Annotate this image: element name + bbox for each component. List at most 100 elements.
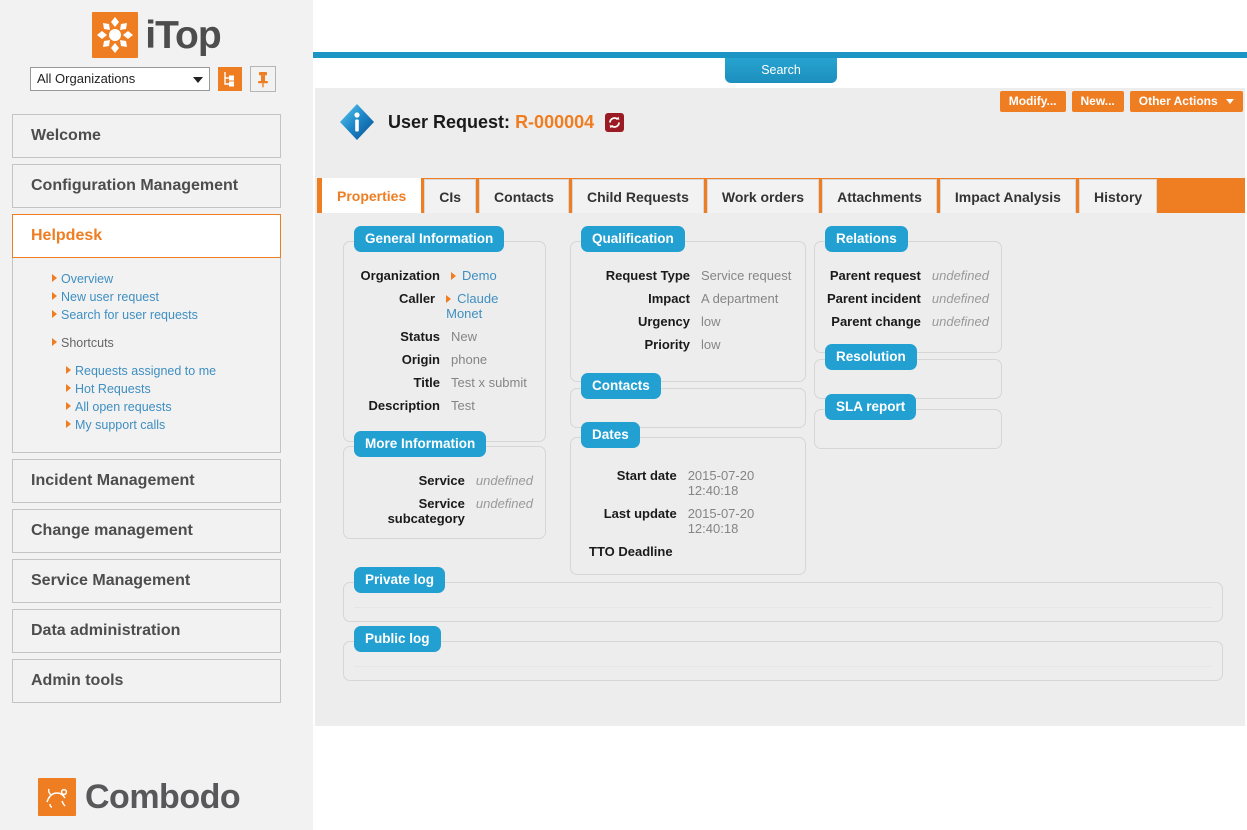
sidebar-item-label: Configuration Management	[31, 177, 239, 194]
page-title-prefix: User Request:	[388, 112, 511, 132]
bullet-arrow-icon	[52, 310, 57, 318]
panel-qualification: Qualification Request Type Service reque…	[570, 226, 806, 382]
field-label: Service subcategory	[387, 496, 465, 526]
pushpin-icon[interactable]	[250, 66, 276, 92]
field-label: Parent request	[829, 268, 921, 283]
field-value[interactable]: Claude Monet	[435, 291, 533, 321]
field-row: Origin phone	[352, 352, 533, 367]
sidebar-subitem-hot-requests[interactable]: Hot Requests	[13, 380, 280, 398]
tab-cis[interactable]: CIs	[424, 179, 477, 213]
sidebar-item-configuration-management[interactable]: Configuration Management	[12, 164, 281, 208]
combodo-logo-icon	[38, 778, 76, 816]
sidebar-subitem-overview[interactable]: Overview	[13, 270, 280, 288]
sidebar-subitem-label: Overview	[61, 272, 114, 286]
sidebar-item-label: Helpdesk	[31, 227, 103, 244]
sidebar-subitem-search-for-user-requests[interactable]: Search for user requests	[13, 306, 280, 324]
bullet-arrow-icon	[52, 274, 57, 282]
field-label: Urgency	[637, 314, 690, 329]
field-row: Organization Demo	[352, 268, 533, 283]
sidebar-subitem-label: All open requests	[75, 400, 172, 414]
combodo-logo: Combodo	[38, 778, 241, 816]
panel-general-information: General Information Organization Demo Ca…	[343, 226, 546, 442]
sidebar-item-data-administration[interactable]: Data administration	[12, 609, 281, 653]
sidebar-subitem-all-open-requests[interactable]: All open requests	[13, 398, 280, 416]
hierarchy-icon[interactable]	[218, 67, 242, 91]
sidebar-item-label: Welcome	[31, 127, 101, 144]
organization-row: All Organizations	[30, 66, 276, 92]
tab-attachments[interactable]: Attachments	[822, 179, 937, 213]
sidebar-subitem-new-user-request[interactable]: New user request	[13, 288, 280, 306]
log-separator	[354, 666, 1212, 667]
tab-history[interactable]: History	[1078, 179, 1158, 213]
field-row: Priority low	[579, 337, 793, 352]
panel-legend: Resolution	[825, 344, 917, 370]
field-value: 2015-07-20 12:40:18	[687, 468, 755, 498]
organization-select-value: All Organizations	[37, 71, 136, 86]
tab-properties[interactable]: Properties	[322, 178, 422, 213]
sidebar-subitem-label: Search for user requests	[61, 308, 198, 322]
field-value: undefined	[475, 496, 533, 511]
other-actions-button[interactable]: Other Actions	[1129, 91, 1243, 112]
refresh-icon[interactable]	[605, 112, 625, 132]
field-row: Service subcategory undefined	[352, 496, 533, 526]
field-label: Start date	[616, 468, 677, 483]
action-buttons: Modify... New... Other Actions	[999, 91, 1243, 112]
sidebar-item-label: Change management	[31, 522, 193, 539]
panel-legend: Contacts	[581, 373, 661, 399]
field-row: Start date 2015-07-20 12:40:18	[579, 468, 793, 498]
field-label: Request Type	[605, 268, 690, 283]
panel-more-information: More Information Service undefined Servi…	[343, 431, 546, 539]
field-row: Status New	[352, 329, 533, 344]
new-button[interactable]: New...	[1071, 91, 1124, 112]
tab-child-requests[interactable]: Child Requests	[571, 179, 704, 213]
field-value: Service request	[701, 268, 792, 283]
sidebar-item-welcome[interactable]: Welcome	[12, 114, 281, 158]
field-label: Description	[368, 398, 440, 413]
link-arrow-icon	[446, 295, 452, 303]
panel-legend: Public log	[354, 626, 441, 652]
modify-button[interactable]: Modify...	[999, 91, 1066, 112]
field-value[interactable]: Demo	[440, 268, 497, 283]
organization-select[interactable]: All Organizations	[30, 67, 210, 91]
main-menu: Welcome Configuration Management Helpdes…	[12, 114, 281, 709]
sidebar-subitem-label: Requests assigned to me	[75, 364, 217, 378]
app-logo[interactable]: iTop	[0, 12, 313, 64]
app-name: iTop	[145, 13, 221, 57]
sidebar-item-service-management[interactable]: Service Management	[12, 559, 281, 603]
sidebar-subitem-my-support-calls[interactable]: My support calls	[13, 416, 280, 434]
search-tab[interactable]: Search	[725, 58, 837, 83]
properties-tab-content: General Information Organization Demo Ca…	[317, 213, 1245, 724]
sidebar-item-label: Service Management	[31, 572, 191, 589]
tab-work-orders[interactable]: Work orders	[706, 179, 820, 213]
field-value: undefined	[931, 291, 989, 306]
field-row: Impact A department	[579, 291, 793, 306]
tab-impact-analysis[interactable]: Impact Analysis	[939, 179, 1076, 213]
panel-legend: Relations	[825, 226, 908, 252]
page-title: User Request: R-000004	[388, 112, 594, 132]
field-row: Request Type Service request	[579, 268, 793, 283]
field-value: undefined	[931, 268, 989, 283]
sidebar-item-change-management[interactable]: Change management	[12, 509, 281, 553]
field-value: low	[701, 337, 721, 352]
sidebar-item-admin-tools[interactable]: Admin tools	[12, 659, 281, 703]
field-label: Title	[413, 375, 441, 390]
sidebar-item-helpdesk[interactable]: Helpdesk	[12, 214, 281, 258]
sidebar-item-incident-management[interactable]: Incident Management	[12, 459, 281, 503]
panel-public-log: Public log	[343, 626, 1223, 681]
panel-dates: Dates Start date 2015-07-20 12:40:18 Las…	[570, 422, 806, 575]
bullet-arrow-icon	[66, 366, 71, 374]
bullet-arrow-icon	[66, 384, 71, 392]
tab-contacts[interactable]: Contacts	[479, 179, 569, 213]
sidebar-subitem-label: Hot Requests	[75, 382, 151, 396]
itop-logo-icon	[92, 12, 139, 58]
sidebar-subitem-label: New user request	[61, 290, 159, 304]
panel-legend: Qualification	[581, 226, 685, 252]
panel-legend: Private log	[354, 567, 446, 593]
field-row: Last update 2015-07-20 12:40:18	[579, 506, 793, 536]
tab-bar: Properties CIs Contacts Child Requests W…	[317, 178, 1245, 213]
field-label: Parent change	[831, 314, 921, 329]
sidebar-subitem-requests-assigned-to-me[interactable]: Requests assigned to me	[13, 362, 280, 380]
sidebar-subitem-label: Shortcuts	[61, 336, 114, 350]
field-row: Parent request undefined	[823, 268, 989, 283]
field-row: Parent incident undefined	[823, 291, 989, 306]
